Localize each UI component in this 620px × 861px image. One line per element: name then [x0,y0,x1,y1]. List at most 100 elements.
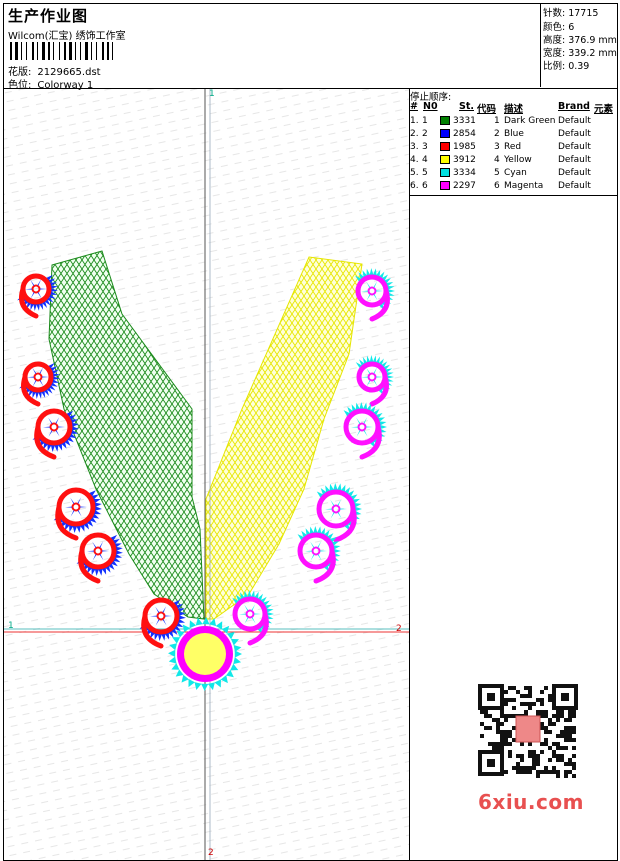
qr-cell [532,754,536,758]
qr-cell [536,762,540,766]
qr-cell [516,690,520,694]
qr-cell [552,754,556,758]
qr-cell [540,726,544,730]
color-swatch [440,168,450,177]
row-brand: Default [558,168,591,178]
qr-cell [528,754,532,758]
barcode-bar [64,42,66,60]
row-stitches: 2854 [453,129,476,139]
color-swatch [440,142,450,151]
qr-cell [544,726,548,730]
col-num-header: # [410,101,418,112]
qr-cell [540,722,544,726]
qr-cell [544,738,548,742]
col-st-header: St. [459,101,474,112]
qr-cell [508,714,512,718]
axis-label-bottom: 2 [208,848,214,858]
qr-cell [516,770,520,774]
qr-cell [488,714,492,718]
qr-cell [548,730,552,734]
qr-cell [544,770,548,774]
qr-cell [524,770,528,774]
qr-cell [568,710,572,714]
qr-cell [572,710,576,714]
row-no: 6 [422,181,428,191]
stat-scale-value: 0.39 [568,61,590,72]
qr-center-logo [515,715,541,743]
qr-cell [516,766,520,770]
qr-cell [504,730,508,734]
axis-label-right: 2 [396,624,402,634]
color-table-row: 3. 3 1985 3 Red Default [410,141,618,154]
row-brand: Default [558,155,591,165]
qr-cell [564,738,568,742]
row-description: Cyan [504,168,527,178]
barcode-bar [32,42,34,60]
row-num: 5. [410,168,419,178]
qr-cell [512,706,516,710]
qr-cell [512,766,516,770]
stat-height: 高度: 376.9 mm [543,32,617,46]
qr-cell [480,710,484,714]
qr-cell [556,734,560,738]
qr-cell [572,730,576,734]
barcode-bar [26,42,27,60]
qr-cell [528,770,532,774]
qr-cell [496,726,500,730]
qr-cell [500,734,504,738]
qr-cell [528,690,532,694]
qr-cell [528,686,532,690]
qr-cell [568,738,572,742]
row-stitches: 2297 [453,181,476,191]
qr-cell [512,726,516,730]
qr-cell [564,734,568,738]
watermark-text: 6xiu.com [478,790,584,814]
qr-cell [504,718,508,722]
row-stitches: 3912 [453,155,476,165]
qr-cell [528,706,532,710]
qr-cell [496,718,500,722]
qr-cell [516,762,520,766]
qr-cell [500,722,504,726]
row-code: 4 [494,155,500,165]
qr-cell [500,742,504,746]
stat-scale: 比例: 0.39 [543,58,589,72]
qr-cell [556,770,560,774]
qr-cell [548,758,552,762]
qr-cell [528,702,532,706]
qr-cell [552,714,556,718]
barcode-bar [91,42,92,60]
qr-finder-center [487,693,495,701]
qr-cell [552,766,556,770]
row-num: 1. [410,116,419,126]
qr-cell [520,766,524,770]
barcode-bar [107,42,109,60]
qr-cell [480,734,484,738]
color-swatch [440,116,450,125]
qr-cell [520,742,524,746]
qr-cell [520,694,524,698]
qr-cell [504,690,508,694]
table-bottom-rule [409,195,618,196]
qr-cell [540,702,544,706]
qr-cell [548,746,552,750]
page-subtitle: Wilcom(汇宝) 绣饰工作室 [8,31,126,42]
production-sheet: 生产作业图 Wilcom(汇宝) 绣饰工作室 花版: 2129665.dst 色位… [0,0,620,861]
barcode-bar [37,42,38,60]
qr-cell [564,730,568,734]
barcode-bar [80,42,81,60]
qr-cell [504,702,508,706]
qr-cell [564,726,568,730]
row-code: 5 [494,168,500,178]
col-desc-header: 描述 [504,104,524,115]
qr-finder-center [487,759,495,767]
qr-cell [560,754,564,758]
stats-panel: 针数: 17715 颜色: 6 高度: 376.9 mm 宽度: 339.2 mm 比例… [540,3,619,87]
qr-cell [560,714,564,718]
qr-cell [508,750,512,754]
qr-code [472,682,584,780]
color-swatch [440,155,450,164]
qr-cell [544,714,548,718]
qr-cell [528,750,532,754]
row-stitches: 3334 [453,168,476,178]
